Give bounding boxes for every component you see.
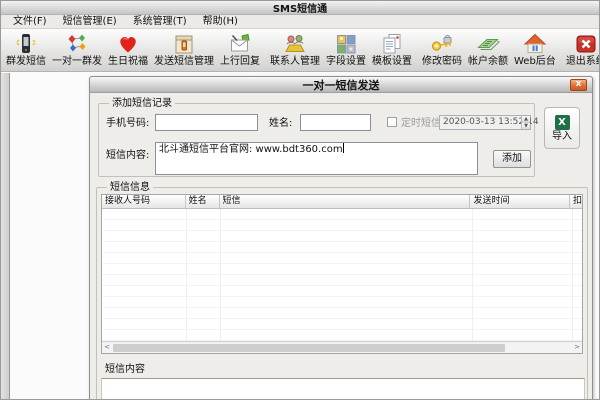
menu-sms[interactable]: 短信管理(E) xyxy=(55,15,125,28)
scroll-left-icon[interactable]: < xyxy=(102,342,112,353)
window-title: SMS短信通 xyxy=(272,4,328,15)
dialog-body: 添加短信记录 手机号码: 姓名: 定时短信: 2020-03-13 13:52:… xyxy=(90,93,592,399)
toolbar-label: 上行回复 xyxy=(220,56,260,67)
message-content-label: 短信内容 xyxy=(105,364,145,375)
toolbar-label: 联系人管理 xyxy=(270,56,320,67)
toolbar-button-change-password[interactable]: 修改密码 xyxy=(419,30,465,70)
toolbar-button-fields[interactable]: 字段设置 xyxy=(323,30,369,70)
name-label: 姓名: xyxy=(269,118,293,129)
home-icon xyxy=(523,31,547,56)
message-content-box[interactable] xyxy=(101,378,585,399)
sms-info-groupbox: 短信信息 接收人号码 姓名 短信 发送时间 扣 < > 短信内容 xyxy=(96,181,588,399)
toolbar-button-exit[interactable]: 退出系统 xyxy=(563,30,599,70)
envelope-phone-icon xyxy=(228,31,252,56)
datetime-spinner[interactable]: ▲ ▼ xyxy=(521,116,530,129)
grid-icon xyxy=(334,31,358,56)
phone-icon xyxy=(14,31,38,56)
excel-icon xyxy=(554,114,570,130)
toolbar-button-contacts[interactable]: 联系人管理 xyxy=(267,30,323,70)
text-caret xyxy=(342,143,344,153)
horizontal-scrollbar[interactable]: < > xyxy=(102,341,582,353)
column-header-recipient[interactable]: 接收人号码 xyxy=(102,195,186,208)
column-divider xyxy=(572,209,573,341)
spinner-down-icon[interactable]: ▼ xyxy=(522,122,530,129)
scroll-right-icon[interactable]: > xyxy=(572,342,582,353)
sms-table: 接收人号码 姓名 短信 发送时间 扣 < > xyxy=(101,194,583,354)
box-phone-icon xyxy=(172,31,196,56)
menu-help[interactable]: 帮助(H) xyxy=(195,15,246,28)
toolbar-label: 模板设置 xyxy=(372,56,412,67)
toolbar-label: 一对一群发 xyxy=(52,56,102,67)
dialog-title: 一对一短信发送 xyxy=(302,78,380,92)
contacts-icon xyxy=(283,31,307,56)
toolbar-label: 退出系统 xyxy=(565,56,599,67)
add-button[interactable]: 添加 xyxy=(493,150,531,168)
scheduled-sms-checkbox[interactable] xyxy=(387,117,397,127)
column-divider xyxy=(220,209,221,341)
sms-content-textarea[interactable]: 北斗通短信平台官网: www.bdt360.com xyxy=(155,142,478,175)
toolbar-button-send-manage[interactable]: 发送短信管理 xyxy=(151,30,217,70)
mdi-client-area: 一对一短信发送 x 添加短信记录 手机号码: 姓名: 定时短信: 2020-03… xyxy=(1,73,599,399)
toolbar-button-balance[interactable]: 帐户余额 xyxy=(465,30,511,70)
import-button[interactable]: 导入 xyxy=(544,107,580,149)
mdi-left-strip xyxy=(1,73,10,399)
network-icon xyxy=(65,31,89,56)
column-header-name[interactable]: 姓名 xyxy=(186,195,220,208)
phone-number-input[interactable] xyxy=(155,114,258,131)
dialog-one-to-one-sms: 一对一短信发送 x 添加短信记录 手机号码: 姓名: 定时短信: 2020-03… xyxy=(89,76,593,399)
toolbar-label: 帐户余额 xyxy=(468,56,508,67)
toolbar-label: 字段设置 xyxy=(326,56,366,67)
sms-table-header: 接收人号码 姓名 短信 发送时间 扣 xyxy=(102,195,582,209)
key-icon xyxy=(430,31,454,56)
add-record-groupbox: 添加短信记录 手机号码: 姓名: 定时短信: 2020-03-13 13:52:… xyxy=(98,97,539,177)
scrollbar-thumb[interactable] xyxy=(113,343,505,352)
window-titlebar: SMS短信通 xyxy=(1,1,599,15)
add-record-group-title: 添加短信记录 xyxy=(109,97,175,110)
toolbar-label: 修改密码 xyxy=(422,56,462,67)
menu-bar: 文件(F) 短信管理(E) 系统管理(T) 帮助(H) xyxy=(1,15,599,29)
toolbar-button-web-admin[interactable]: Web后台 xyxy=(511,30,559,70)
column-header-sms[interactable]: 短信 xyxy=(220,195,471,208)
column-header-deduct[interactable]: 扣 xyxy=(570,195,582,208)
schedule-datetime-field[interactable]: 2020-03-13 13:52:14 ▲ ▼ xyxy=(439,115,539,130)
money-icon xyxy=(476,31,500,56)
sms-table-body[interactable] xyxy=(102,209,582,341)
column-header-send-time[interactable]: 发送时间 xyxy=(470,195,571,208)
menu-system[interactable]: 系统管理(T) xyxy=(125,15,195,28)
sms-content-value: 北斗通短信平台官网: www.bdt360.com xyxy=(159,144,343,155)
import-button-label: 导入 xyxy=(552,130,572,142)
heart-icon xyxy=(116,31,140,56)
sms-content-label: 短信内容: xyxy=(106,150,150,161)
close-icon[interactable]: x xyxy=(570,79,587,91)
toolbar-label: Web后台 xyxy=(514,56,556,67)
toolbar-button-one-to-one[interactable]: 一对一群发 xyxy=(49,30,105,70)
menu-file[interactable]: 文件(F) xyxy=(5,15,55,28)
toolbar-button-bulk-sms[interactable]: 群发短信 xyxy=(3,30,49,70)
toolbar-button-uplink-reply[interactable]: 上行回复 xyxy=(217,30,263,70)
column-divider xyxy=(186,209,187,341)
toolbar-button-birthday[interactable]: 生日祝福 xyxy=(105,30,151,70)
scheduled-sms-label: 定时短信: xyxy=(401,118,445,129)
toolbar-button-templates[interactable]: 模板设置 xyxy=(369,30,415,70)
app-window: SMS短信通 文件(F) 短信管理(E) 系统管理(T) 帮助(H) 群发短信 xyxy=(0,0,600,400)
docs-icon xyxy=(380,31,404,56)
name-input[interactable] xyxy=(300,114,371,131)
toolbar: 群发短信 一对一群发 生日祝福 发送短信管理 上行回复 联系人管理 字段设置 模… xyxy=(1,29,599,72)
phone-number-label: 手机号码: xyxy=(106,118,150,129)
toolbar-label: 生日祝福 xyxy=(108,56,148,67)
dialog-titlebar[interactable]: 一对一短信发送 x xyxy=(90,77,592,93)
column-divider xyxy=(472,209,473,341)
toolbar-label: 发送短信管理 xyxy=(154,56,214,67)
toolbar-label: 群发短信 xyxy=(6,56,46,67)
exit-icon xyxy=(574,31,598,56)
sms-info-group-title: 短信信息 xyxy=(107,181,153,194)
